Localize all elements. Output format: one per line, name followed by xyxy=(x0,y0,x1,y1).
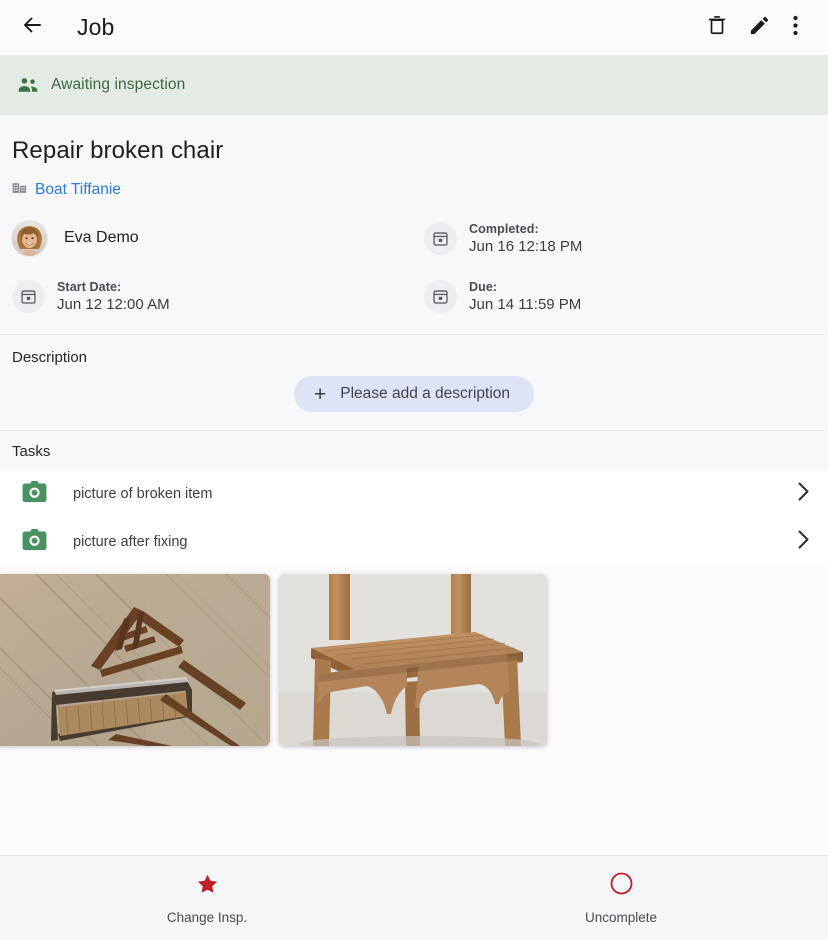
job-detail-screen: Job xyxy=(0,0,828,940)
photo-gallery xyxy=(0,566,828,855)
building-icon xyxy=(12,180,27,200)
more-vert-icon xyxy=(793,15,798,41)
calendar-icon xyxy=(424,280,457,313)
date-label: Due: xyxy=(469,279,581,295)
tasks-heading: Tasks xyxy=(0,431,828,470)
plus-icon: + xyxy=(314,384,326,405)
photo-thumbnail[interactable] xyxy=(0,574,270,746)
site-link[interactable]: Boat Tiffanie xyxy=(12,180,121,200)
add-description-label: Please add a description xyxy=(340,385,510,403)
pencil-icon xyxy=(748,14,771,42)
chevron-right-icon xyxy=(797,529,810,555)
trash-icon xyxy=(706,14,728,41)
description-heading: Description xyxy=(0,335,828,366)
tasks-list: picture of broken item picture af xyxy=(0,470,828,566)
people-group-icon xyxy=(17,76,39,94)
date-completed: Completed: Jun 16 12:18 PM xyxy=(412,218,812,258)
date-text: Completed: Jun 16 12:18 PM xyxy=(469,221,582,256)
camera-icon xyxy=(22,529,47,556)
job-summary-card: Repair broken chair xyxy=(0,115,828,335)
date-label: Completed: xyxy=(469,221,582,237)
add-description-button[interactable]: + Please add a description xyxy=(294,376,534,412)
avatar xyxy=(12,221,47,256)
bottom-action-bar: Change Insp. Uncomplete xyxy=(0,855,828,940)
job-content: Repair broken chair xyxy=(0,115,828,855)
site-name: Boat Tiffanie xyxy=(35,181,121,199)
overflow-menu-button[interactable] xyxy=(780,7,810,49)
change-inspector-button[interactable]: Change Insp. xyxy=(0,856,414,940)
assignee-row[interactable]: Eva Demo xyxy=(12,218,412,258)
assignee-name: Eva Demo xyxy=(64,229,139,247)
date-value: Jun 12 12:00 AM xyxy=(57,295,170,314)
date-value: Jun 14 11:59 PM xyxy=(469,295,581,314)
date-start: Start Date: Jun 12 12:00 AM xyxy=(12,276,412,316)
camera-icon xyxy=(22,481,47,508)
task-label: picture after fixing xyxy=(73,534,797,550)
date-text: Start Date: Jun 12 12:00 AM xyxy=(57,279,170,314)
description-section: Description + Please add a description xyxy=(0,335,828,431)
calendar-icon xyxy=(424,222,457,255)
date-label: Start Date: xyxy=(57,279,170,295)
edit-button[interactable] xyxy=(738,7,780,49)
app-bar: Job xyxy=(0,0,828,55)
status-banner[interactable]: Awaiting inspection xyxy=(0,55,828,115)
photo-thumbnail[interactable] xyxy=(279,574,547,746)
arrow-back-icon xyxy=(20,13,44,42)
description-body: + Please add a description xyxy=(0,366,828,430)
circle-outline-icon xyxy=(609,871,634,901)
calendar-icon xyxy=(12,280,45,313)
status-label: Awaiting inspection xyxy=(51,76,185,94)
uncomplete-label: Uncomplete xyxy=(585,910,657,925)
chevron-right-icon xyxy=(797,481,810,507)
date-text: Due: Jun 14 11:59 PM xyxy=(469,279,581,314)
change-inspector-label: Change Insp. xyxy=(167,910,247,925)
date-due: Due: Jun 14 11:59 PM xyxy=(412,276,812,316)
uncomplete-button[interactable]: Uncomplete xyxy=(414,856,828,940)
back-button[interactable] xyxy=(10,6,54,50)
task-label: picture of broken item xyxy=(73,486,797,502)
star-icon xyxy=(195,872,220,901)
job-title: Repair broken chair xyxy=(12,137,812,165)
delete-button[interactable] xyxy=(696,7,738,49)
job-meta-grid: Eva Demo Completed: Jun 16 12:18 PM xyxy=(12,218,812,316)
date-value: Jun 16 12:18 PM xyxy=(469,237,582,256)
task-row[interactable]: picture after fixing xyxy=(0,518,828,566)
task-row[interactable]: picture of broken item xyxy=(0,470,828,518)
page-title: Job xyxy=(77,14,114,41)
